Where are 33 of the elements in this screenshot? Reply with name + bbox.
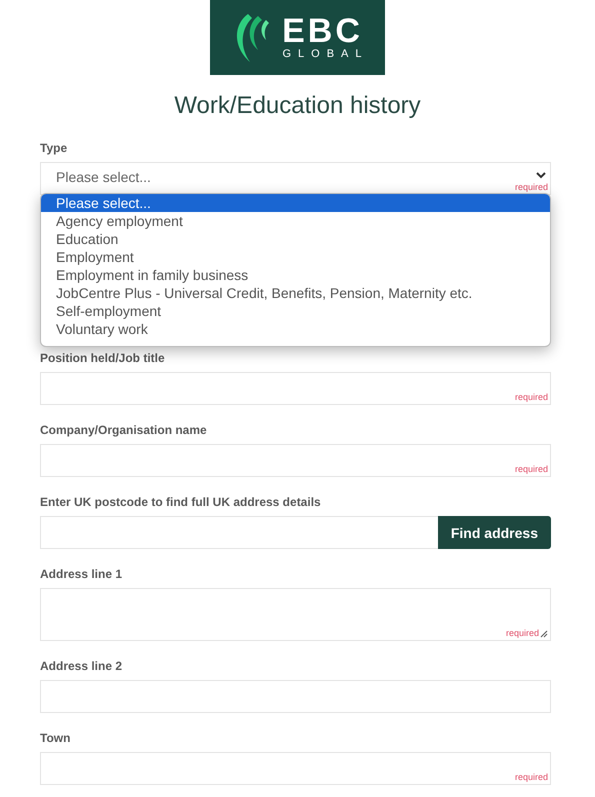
resize-handle-icon[interactable] (540, 630, 548, 638)
dropdown-option[interactable]: Employment (41, 248, 550, 266)
postcode-field[interactable] (40, 516, 438, 549)
dropdown-option[interactable]: Agency employment (41, 212, 550, 230)
dropdown-option[interactable]: JobCentre Plus - Universal Credit, Benefits, Pension, Maternity etc. (41, 284, 550, 302)
logo-wordmark: EBC (282, 14, 363, 48)
logo-tagline: GLOBAL (282, 48, 369, 61)
required-note: required (506, 628, 539, 638)
field-label: Position held/Job title (40, 351, 165, 366)
input-field[interactable]: required (40, 372, 551, 405)
input-field[interactable]: required (40, 444, 551, 477)
dropdown-option[interactable]: Please select... (41, 194, 550, 212)
dropdown-option[interactable]: Employment in family business (41, 266, 550, 284)
input-field[interactable] (40, 680, 551, 713)
required-note: required (514, 464, 548, 474)
field-label: Address line 2 (40, 659, 122, 674)
page-title: Work/Education history (173, 91, 422, 121)
chevron-down-icon (536, 171, 546, 179)
input-field[interactable]: required (40, 752, 551, 785)
required-note: required (514, 182, 548, 192)
dropdown-option[interactable]: Self-employment (41, 302, 550, 320)
required-note: required (514, 772, 548, 782)
field-label: Town (40, 731, 70, 746)
dropdown-option[interactable]: Voluntary work (41, 320, 550, 338)
field-label: Enter UK postcode to find full UK address details (40, 495, 321, 510)
dropdown-option[interactable]: Education (41, 230, 550, 248)
select-field[interactable]: Please select... required (40, 162, 551, 195)
text-area[interactable]: required (40, 588, 551, 641)
field-label: Type (40, 141, 68, 156)
find-address-button[interactable]: Find address (438, 516, 551, 549)
field-label: Company/Organisation name (40, 423, 207, 438)
required-note: required (514, 392, 548, 402)
field-label: Address line 1 (40, 567, 122, 582)
